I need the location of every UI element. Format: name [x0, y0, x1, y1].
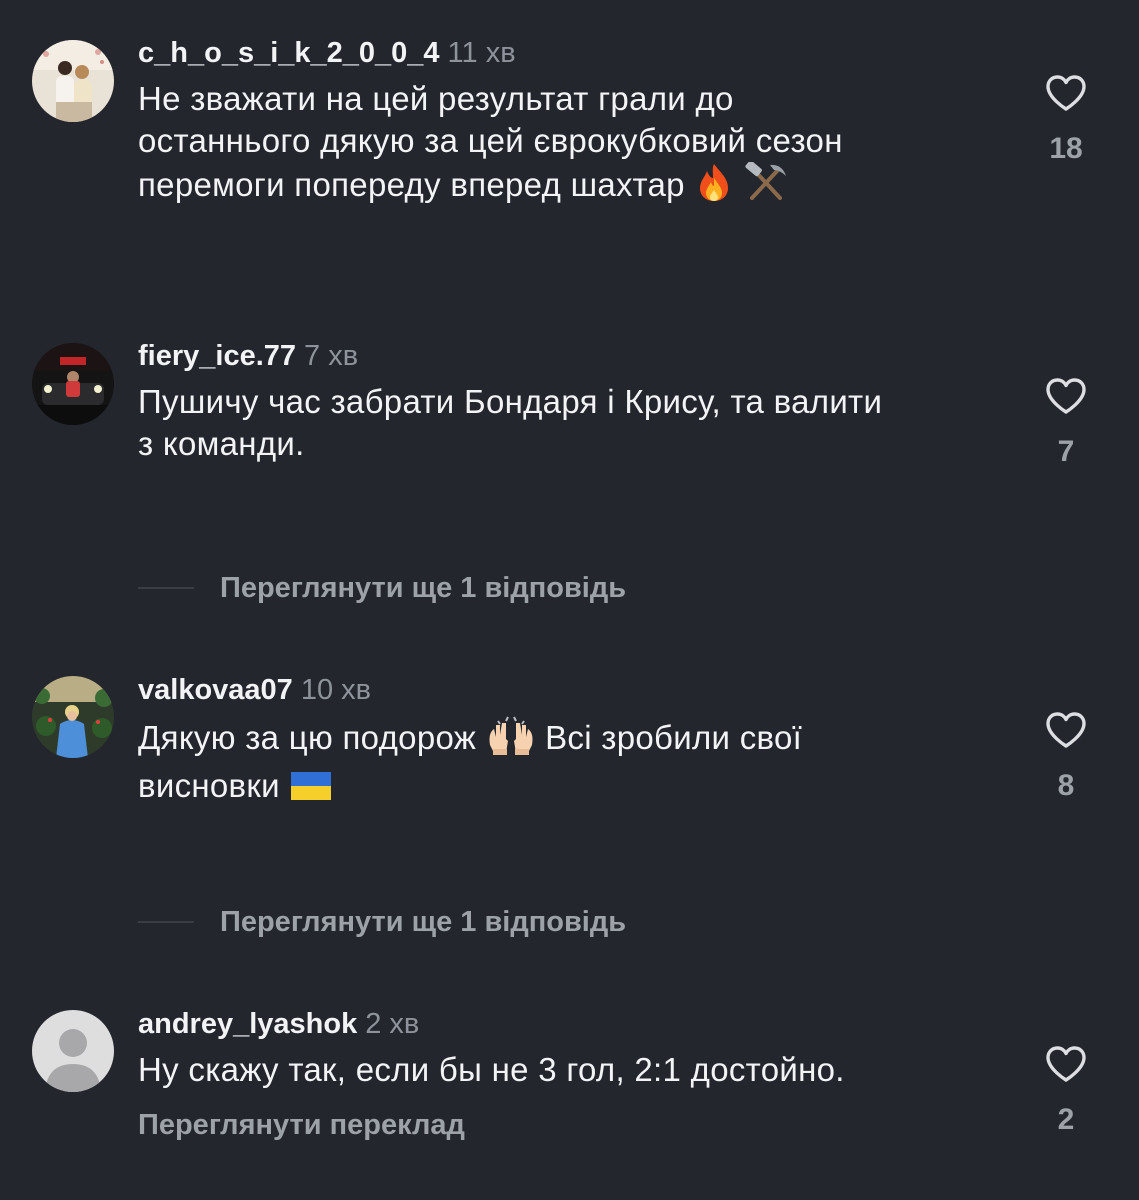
username[interactable]: fiery_ice.77: [138, 340, 296, 372]
comment-line: Пушичу час забрати Бондаря і Крису, та в…: [138, 383, 883, 420]
comment-line: Всі зробили свої: [545, 719, 803, 756]
view-replies-label[interactable]: Переглянути ще 1 відповідь: [220, 572, 626, 605]
comment-line: з команди.: [138, 425, 305, 462]
avatar[interactable]: [32, 343, 114, 425]
username[interactable]: andrey_lyashok: [138, 1008, 357, 1040]
comment-line: висновки: [138, 767, 280, 804]
fire-emoji: [694, 162, 734, 212]
default-avatar-icon[interactable]: [32, 1010, 114, 1092]
ukraine-flag-emoji: [289, 769, 335, 813]
comment-time: 10 хв: [300, 674, 372, 706]
like-button[interactable]: 2: [1034, 1045, 1098, 1137]
like-count: 8: [1057, 769, 1075, 802]
view-translation-button[interactable]: Переглянути переклад: [138, 1109, 1018, 1142]
avatar[interactable]: [32, 40, 114, 122]
like-count: 18: [1049, 132, 1083, 165]
avatar[interactable]: [32, 676, 114, 758]
raising-hands-emoji: [486, 715, 536, 765]
comment-time: 11 хв: [447, 37, 516, 69]
like-button[interactable]: 7: [1034, 377, 1098, 469]
comment-time: 2 хв: [365, 1008, 420, 1040]
comment-line: Не зважати на цей результат грали до: [138, 80, 734, 117]
comment-line: останнього дякую за цей єврокубковий сез…: [138, 122, 843, 159]
comment-line: перемоги попереду вперед шахтар: [138, 166, 685, 203]
heart-outline-icon[interactable]: [1045, 1045, 1087, 1083]
comment-line: Ну скажу так, если бы не 3 гол, 2:1 дост…: [138, 1051, 845, 1088]
heart-outline-icon[interactable]: [1045, 711, 1087, 749]
like-count: 7: [1057, 435, 1075, 468]
username[interactable]: c_h_o_s_i_k_2_0_0_4: [138, 37, 440, 69]
like-count: 2: [1057, 1103, 1075, 1136]
hammer-and-pick-emoji: [744, 160, 788, 212]
comment-time: 7 хв: [304, 340, 359, 372]
username[interactable]: valkovaa07: [138, 674, 293, 706]
comment-text: Пушичу час забрати Бондаря і Крису, та в…: [138, 381, 1018, 465]
comment-line: Дякую за цю подорож: [138, 719, 477, 756]
like-button[interactable]: 8: [1034, 711, 1098, 803]
view-replies-button[interactable]: Переглянути ще 1 відповідь: [138, 902, 626, 942]
comment-text: Дякую за цю подорож Всі зробили свої вис…: [138, 715, 1018, 813]
like-button[interactable]: 18: [1034, 74, 1098, 166]
view-replies-label[interactable]: Переглянути ще 1 відповідь: [220, 906, 626, 939]
heart-outline-icon[interactable]: [1045, 74, 1087, 112]
comment-text: Ну скажу так, если бы не 3 гол, 2:1 дост…: [138, 1049, 1018, 1091]
heart-outline-icon[interactable]: [1045, 377, 1087, 415]
replies-divider: [138, 587, 194, 589]
replies-divider: [138, 921, 194, 923]
view-replies-button[interactable]: Переглянути ще 1 відповідь: [138, 568, 626, 608]
comment-text: Не зважати на цей результат грали до ост…: [138, 78, 1018, 212]
